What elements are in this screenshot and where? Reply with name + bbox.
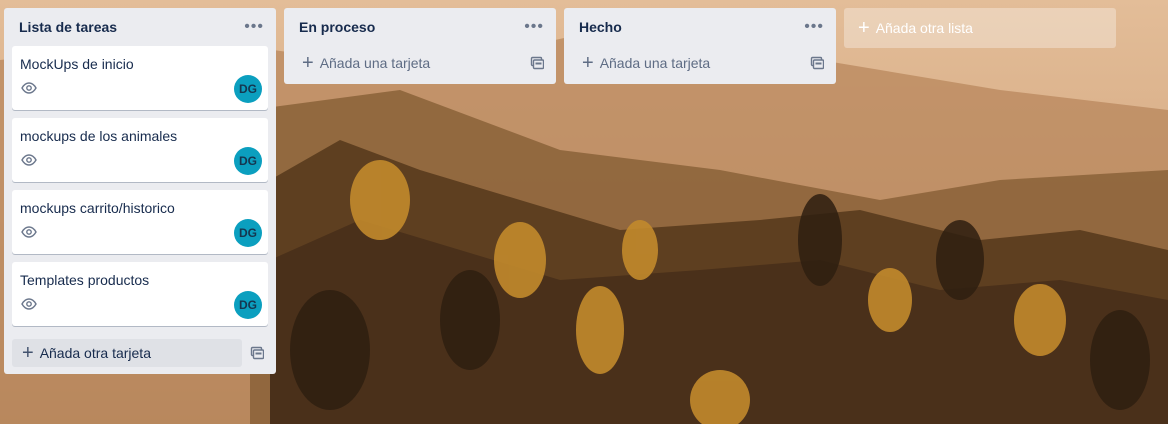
card-title: mockups de los animales xyxy=(20,128,178,144)
list-title[interactable]: Lista de tareas xyxy=(19,19,117,35)
card-template-icon[interactable] xyxy=(810,56,824,70)
card-title: Templates productos xyxy=(20,272,150,288)
plus-icon: + xyxy=(582,52,594,74)
card[interactable]: mockups carrito/historico DG xyxy=(12,190,268,254)
card-template-icon[interactable] xyxy=(250,346,264,360)
card-list: MockUps de inicio DG mockups de los anim… xyxy=(4,46,276,326)
plus-icon: + xyxy=(302,52,314,74)
add-card-button[interactable]: + Añada una tarjeta xyxy=(572,49,810,77)
card[interactable]: mockups de los animales DG xyxy=(12,118,268,182)
list-header: En proceso ••• xyxy=(284,8,556,46)
add-card-row: + Añada una tarjeta xyxy=(284,46,556,82)
list-title[interactable]: Hecho xyxy=(579,19,622,35)
add-card-label: Añada una tarjeta xyxy=(319,55,431,71)
eye-icon xyxy=(21,82,37,94)
more-horizontal-icon[interactable]: ••• xyxy=(520,17,548,37)
card-title: MockUps de inicio xyxy=(20,56,134,72)
add-list-button[interactable]: + Añada otra lista xyxy=(844,8,1116,48)
board: Lista de tareas ••• MockUps de inicio DG… xyxy=(4,8,1116,374)
eye-icon xyxy=(21,298,37,310)
list-en-proceso: En proceso ••• + Añada una tarjeta xyxy=(284,8,556,84)
more-horizontal-icon[interactable]: ••• xyxy=(240,17,268,37)
list-hecho: Hecho ••• + Añada una tarjeta xyxy=(564,8,836,84)
card-template-icon[interactable] xyxy=(530,56,544,70)
eye-icon xyxy=(21,226,37,238)
avatar[interactable]: DG xyxy=(234,291,262,319)
add-card-label: Añada otra tarjeta xyxy=(39,345,151,361)
more-horizontal-icon[interactable]: ••• xyxy=(800,17,828,37)
add-card-button[interactable]: + Añada una tarjeta xyxy=(292,49,530,77)
add-card-row: + Añada otra tarjeta xyxy=(4,334,276,370)
add-list-label: Añada otra lista xyxy=(875,20,973,36)
plus-icon: + xyxy=(858,17,870,39)
avatar[interactable]: DG xyxy=(234,147,262,175)
list-header: Hecho ••• xyxy=(564,8,836,46)
list-title[interactable]: En proceso xyxy=(299,19,375,35)
card-title: mockups carrito/historico xyxy=(20,200,175,216)
card[interactable]: MockUps de inicio DG xyxy=(12,46,268,110)
eye-icon xyxy=(21,154,37,166)
card[interactable]: Templates productos DG xyxy=(12,262,268,326)
plus-icon: + xyxy=(22,342,34,364)
add-card-label: Añada una tarjeta xyxy=(599,55,711,71)
list-lista-de-tareas: Lista de tareas ••• MockUps de inicio DG… xyxy=(4,8,276,374)
avatar[interactable]: DG xyxy=(234,219,262,247)
list-header: Lista de tareas ••• xyxy=(4,8,276,46)
avatar[interactable]: DG xyxy=(234,75,262,103)
add-card-button[interactable]: + Añada otra tarjeta xyxy=(12,339,242,367)
add-card-row: + Añada una tarjeta xyxy=(564,46,836,82)
